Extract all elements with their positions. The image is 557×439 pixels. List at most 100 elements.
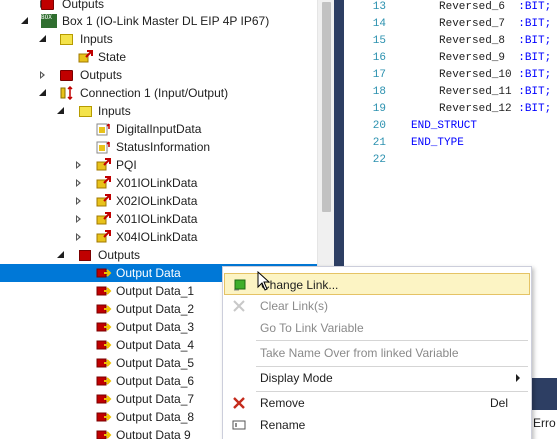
- line-number: 15: [372, 35, 386, 47]
- line-number: 20: [372, 120, 386, 132]
- input-variable-icon: [78, 50, 94, 64]
- tree-node-statusinformation[interactable]: StatusInformation: [0, 138, 317, 156]
- input-variable-icon: [96, 212, 112, 226]
- expand-arrow-icon[interactable]: [74, 232, 84, 242]
- tree-node-label: DigitalInputData: [116, 122, 202, 136]
- submenu-arrow-icon: [516, 374, 520, 382]
- tree-node-label: Outputs: [80, 68, 123, 82]
- expand-arrow-icon[interactable]: [74, 214, 84, 224]
- type-keyword: :BIT;: [518, 18, 552, 30]
- type-keyword: :BIT;: [518, 52, 552, 64]
- type-keyword: :BIT;: [518, 103, 552, 115]
- output-variable-icon: [96, 338, 112, 352]
- tree-node-label: Output Data_2: [116, 302, 195, 316]
- menu-item-label: Clear Link(s): [260, 299, 329, 313]
- output-variable-icon: [96, 392, 112, 406]
- output-variable-icon: [96, 320, 112, 334]
- tree-node-label: Outputs: [62, 0, 105, 11]
- output-variable-icon: [96, 428, 112, 439]
- tree-node-conn-inputs[interactable]: Inputs: [0, 102, 317, 120]
- menu-item-display-mode[interactable]: Display Mode: [224, 367, 530, 389]
- input-variable-icon: [96, 122, 112, 136]
- tree-node-x04iolinkdata[interactable]: X04IOLinkData: [0, 228, 317, 246]
- menu-item-remove[interactable]: Remove Del: [224, 392, 530, 414]
- line-number: 21: [372, 137, 386, 149]
- code-line: Reversed_9 :BIT;: [439, 52, 552, 64]
- tree-node-label: X02IOLinkData: [116, 194, 198, 208]
- tree-node-label: X01IOLinkData: [116, 176, 198, 190]
- context-menu: Change Link... Clear Link(s) Go To Link …: [222, 266, 532, 439]
- tree-node-state[interactable]: State: [0, 48, 317, 66]
- line-number: 18: [372, 86, 386, 98]
- tree-node-label: Output Data_7: [116, 392, 195, 406]
- tree-node-label: Inputs: [80, 32, 113, 46]
- outputs-icon: [79, 250, 91, 261]
- collapse-arrow-icon[interactable]: [38, 34, 48, 44]
- input-variable-icon: [96, 158, 112, 172]
- menu-separator: [256, 340, 528, 341]
- expand-arrow-icon[interactable]: [74, 160, 84, 170]
- expand-arrow-icon[interactable]: [74, 196, 84, 206]
- output-variable-icon: [96, 374, 112, 388]
- input-variable-icon: [96, 194, 112, 208]
- tree-node-connection1[interactable]: Connection 1 (Input/Output): [0, 84, 317, 102]
- scrollbar-thumb[interactable]: [322, 2, 331, 212]
- menu-item-label: Go To Link Variable: [260, 321, 364, 335]
- type-keyword: :BIT;: [518, 69, 552, 81]
- menu-item-label: Change Link...: [261, 278, 339, 292]
- tree-node-inputs[interactable]: Inputs: [0, 30, 317, 48]
- output-variable-icon: [96, 266, 112, 280]
- clear-links-icon: [232, 299, 246, 313]
- tree-node-label: Output Data_4: [116, 338, 195, 352]
- outputs-icon: [60, 70, 73, 81]
- menu-item-clear-links[interactable]: Clear Link(s): [224, 295, 530, 317]
- menu-item-go-to-link-variable[interactable]: Go To Link Variable: [224, 317, 530, 339]
- code-line: Reversed_12 :BIT;: [439, 103, 552, 115]
- menu-item-label: Rename: [260, 418, 306, 432]
- collapse-arrow-icon[interactable]: [20, 16, 30, 26]
- tree-node-x02iolinkdata[interactable]: X02IOLinkData: [0, 192, 317, 210]
- menu-item-label: Take Name Over from linked Variable: [260, 346, 459, 360]
- tree-node-pqi[interactable]: PQI: [0, 156, 317, 174]
- type-keyword: :BIT;: [518, 86, 552, 98]
- connection-icon: [60, 85, 74, 101]
- tree-node-box1[interactable]: BOX Box 1 (IO-Link Master DL EIP 4P IP67…: [0, 12, 317, 30]
- tree-node-label: Output Data 9: [116, 428, 191, 439]
- tree-node-conn-outputs[interactable]: Outputs: [0, 246, 317, 264]
- input-variable-icon: [96, 230, 112, 244]
- tree-node-x01iolinkdata-2[interactable]: X01IOLinkData: [0, 210, 317, 228]
- tree-node-outputs[interactable]: Outputs: [0, 66, 317, 84]
- tree-node-label: X01IOLinkData: [116, 212, 198, 226]
- expand-arrow-icon[interactable]: [38, 70, 48, 80]
- line-number: 14: [372, 18, 386, 30]
- line-number: 13: [372, 1, 386, 13]
- menu-item-take-name-over[interactable]: Take Name Over from linked Variable: [224, 342, 530, 364]
- tree-node-label: Output Data_1: [116, 284, 195, 298]
- input-variable-icon: [96, 140, 112, 154]
- expand-arrow-icon[interactable]: [74, 178, 84, 188]
- tree-node-label: Output Data_8: [116, 410, 195, 424]
- tree-node-label: State: [98, 50, 127, 64]
- input-variable-icon: [96, 176, 112, 190]
- menu-item-label: Remove: [260, 396, 305, 410]
- code-line: Reversed_7 :BIT;: [439, 18, 552, 30]
- tree-node-x01iolinkdata[interactable]: X01IOLinkData: [0, 174, 317, 192]
- line-number: 19: [372, 103, 386, 115]
- line-number: 22: [372, 154, 386, 166]
- collapse-arrow-icon[interactable]: [38, 88, 48, 98]
- menu-item-rename[interactable]: Rename: [224, 414, 530, 436]
- tree-node-label: Outputs: [98, 248, 141, 262]
- type-keyword: :BIT;: [518, 1, 552, 13]
- mouse-cursor-icon: [257, 270, 271, 291]
- collapse-arrow-icon[interactable]: [56, 250, 66, 260]
- code-line: END_STRUCT: [411, 120, 478, 132]
- outputs-icon: [41, 0, 54, 10]
- collapse-arrow-icon[interactable]: [56, 106, 66, 116]
- output-variable-icon: [96, 302, 112, 316]
- tree-node-label: Box 1 (IO-Link Master DL EIP 4P IP67): [62, 14, 270, 28]
- rename-icon: [232, 418, 246, 432]
- line-number: 16: [372, 52, 386, 64]
- inputs-icon: [79, 106, 92, 117]
- tree-node-digitalinputdata[interactable]: DigitalInputData: [0, 120, 317, 138]
- tree-node-label: X04IOLinkData: [116, 230, 198, 244]
